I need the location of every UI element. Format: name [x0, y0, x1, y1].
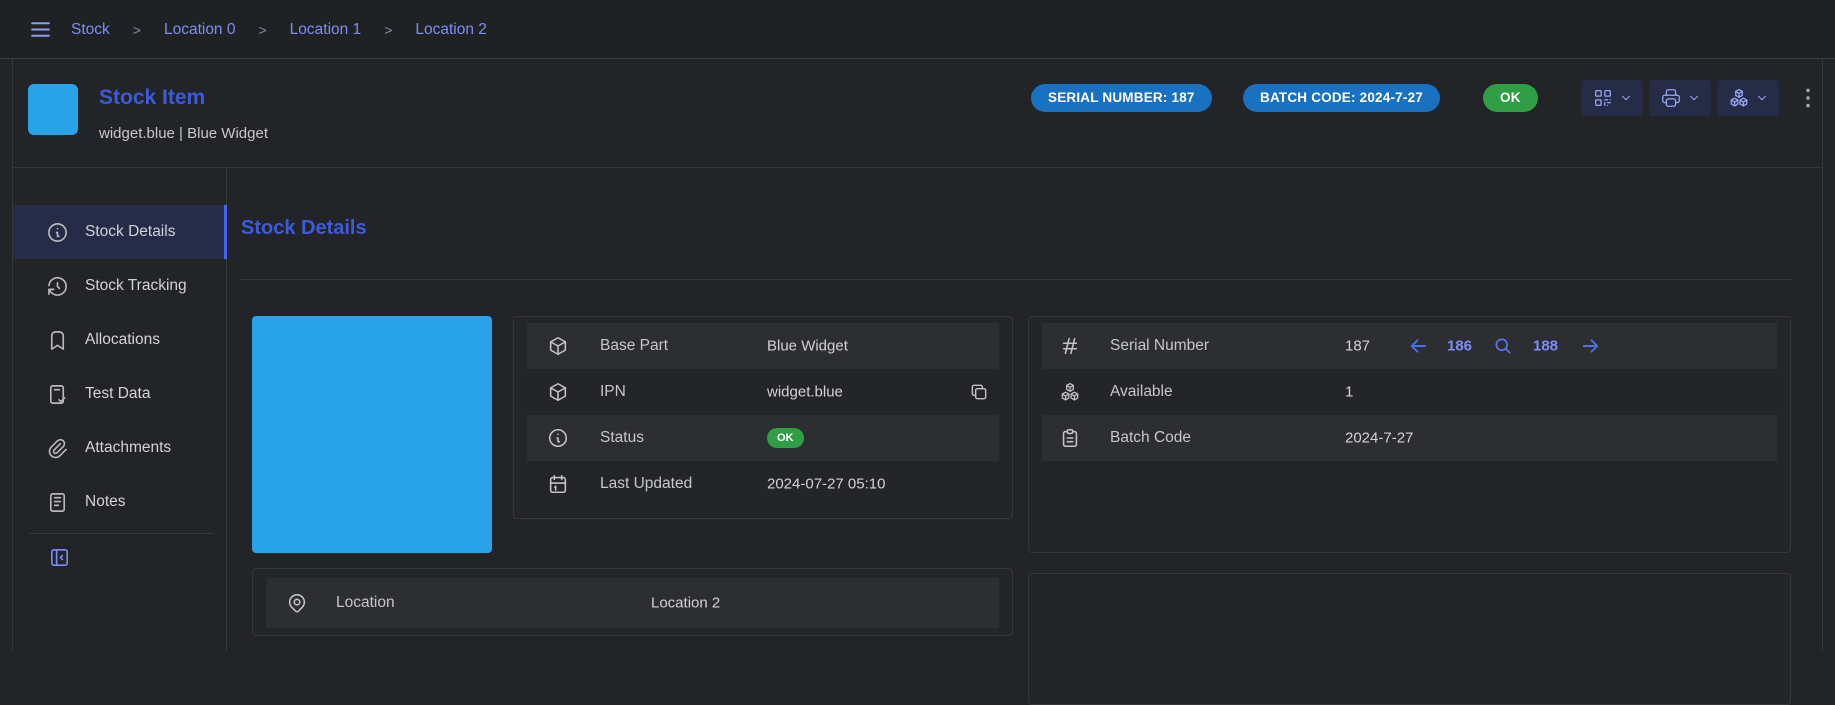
info-circle-icon [46, 221, 69, 244]
location-card: Location Location 2 [252, 568, 1013, 636]
history-icon [46, 275, 69, 298]
dots-vertical-icon [1795, 83, 1821, 113]
status-ok-badge: OK [1483, 84, 1538, 112]
stock-item-thumbnail[interactable] [28, 84, 78, 135]
sidebar-divider [29, 533, 214, 534]
status-ok-pill: OK [767, 428, 804, 448]
part-details-card: Base Part Blue Widget IPN widget.blue St… [513, 316, 1013, 519]
chevron-down-icon [1619, 91, 1633, 105]
next-serial-link[interactable]: 188 [1533, 338, 1558, 355]
sidebar-item-attachments[interactable]: Attachments [13, 421, 227, 475]
base-part-label: Base Part [600, 337, 668, 355]
sidebar-item-test-data[interactable]: Test Data [13, 367, 227, 421]
stock-actions-button[interactable] [1717, 80, 1779, 116]
paperclip-icon [46, 437, 69, 460]
available-label: Available [1110, 383, 1173, 401]
more-options-button[interactable] [1795, 83, 1821, 113]
qrcode-icon [1592, 87, 1614, 109]
ipn-value: widget.blue [767, 384, 843, 401]
sidebar-item-stock-tracking[interactable]: Stock Tracking [13, 259, 227, 313]
notes-icon [46, 491, 69, 514]
breadcrumb-separator: > [384, 22, 392, 38]
sidebar-item-label: Test Data [85, 385, 150, 403]
chevron-down-icon [1687, 91, 1701, 105]
test-report-icon [46, 383, 69, 406]
bookmark-icon [46, 329, 69, 352]
sidebar-item-notes[interactable]: Notes [13, 475, 227, 529]
empty-detail-card [1028, 573, 1791, 705]
sidebar-collapse-icon[interactable] [48, 546, 71, 569]
box-icon [547, 381, 569, 403]
barcode-actions-button[interactable] [1581, 80, 1643, 116]
clipboard-icon [1059, 427, 1081, 449]
info-circle-icon [547, 427, 569, 449]
sidebar-item-label: Attachments [85, 439, 171, 457]
batch-code-label: Batch Code [1110, 429, 1191, 447]
print-actions-button[interactable] [1649, 80, 1711, 116]
last-updated-label: Last Updated [600, 475, 692, 493]
hash-icon [1059, 335, 1081, 357]
printer-icon [1660, 87, 1682, 109]
page-header: Stock Item widget.blue | Blue Widget SER… [13, 59, 1822, 168]
location-label: Location [336, 594, 395, 612]
packages-icon [1728, 87, 1750, 109]
last-updated-row: Last Updated 2024-07-27 05:10 [527, 461, 999, 507]
available-row: Available 1 [1042, 369, 1777, 415]
status-label: Status [600, 429, 644, 447]
last-updated-value: 2024-07-27 05:10 [767, 476, 885, 493]
location-link[interactable]: Location 2 [651, 595, 720, 612]
panel-heading-divider [241, 279, 1791, 280]
sidebar-item-label: Allocations [85, 331, 160, 349]
batch-code-value: 2024-7-27 [1345, 430, 1413, 447]
map-pin-icon [286, 592, 308, 614]
packages-icon [1059, 381, 1081, 403]
sidebar-item-label: Notes [85, 493, 126, 511]
available-value: 1 [1345, 384, 1353, 401]
page-title: Stock Item [99, 86, 205, 110]
breadcrumb-location-1[interactable]: Location 1 [290, 21, 362, 39]
part-image[interactable] [252, 316, 492, 553]
batch-code-row: Batch Code 2024-7-27 [1042, 415, 1777, 461]
stock-details-card: Serial Number 187 186 188 Available 1 [1028, 316, 1791, 553]
status-row: Status OK [527, 415, 999, 461]
page-panel: Stock Item widget.blue | Blue Widget SER… [12, 59, 1823, 651]
box-icon [547, 335, 569, 357]
batch-code-badge: BATCH CODE: 2024-7-27 [1243, 84, 1440, 112]
serial-number-row: Serial Number 187 186 188 [1042, 323, 1777, 369]
chevron-down-icon [1755, 91, 1769, 105]
copy-icon[interactable] [969, 382, 989, 402]
base-part-link[interactable]: Blue Widget [767, 338, 848, 355]
top-navbar: Stock > Location 0 > Location 1 > Locati… [0, 0, 1835, 59]
next-serial-arrow-icon[interactable] [1579, 335, 1602, 358]
sidebar-item-allocations[interactable]: Allocations [13, 313, 227, 367]
base-part-row: Base Part Blue Widget [527, 323, 999, 369]
breadcrumb-separator: > [133, 22, 141, 38]
sidebar-item-label: Stock Details [85, 223, 175, 241]
breadcrumb-location-0[interactable]: Location 0 [164, 21, 236, 39]
serial-number-value: 187 [1345, 338, 1370, 355]
breadcrumb-location-2[interactable]: Location 2 [415, 21, 487, 39]
panel-sidebar: Stock Details Stock Tracking Allocations… [13, 168, 227, 651]
breadcrumb-separator: > [258, 22, 266, 38]
serial-number-label: Serial Number [1110, 337, 1209, 355]
ipn-row: IPN widget.blue [527, 369, 999, 415]
location-row: Location Location 2 [266, 578, 999, 628]
breadcrumb-stock[interactable]: Stock [71, 21, 110, 39]
sidebar-item-stock-details[interactable]: Stock Details [13, 205, 227, 259]
ipn-label: IPN [600, 383, 626, 401]
menu-icon[interactable] [28, 17, 53, 42]
page-subtitle: widget.blue | Blue Widget [99, 125, 268, 142]
previous-serial-arrow-icon[interactable] [1407, 335, 1430, 358]
search-serial-icon[interactable] [1493, 336, 1513, 356]
calendar-icon [547, 473, 569, 495]
sidebar-item-label: Stock Tracking [85, 277, 187, 295]
serial-number-badge: SERIAL NUMBER: 187 [1031, 84, 1212, 112]
previous-serial-link[interactable]: 186 [1447, 338, 1472, 355]
breadcrumb: Stock > Location 0 > Location 1 > Locati… [71, 0, 487, 59]
panel-heading: Stock Details [241, 217, 367, 240]
